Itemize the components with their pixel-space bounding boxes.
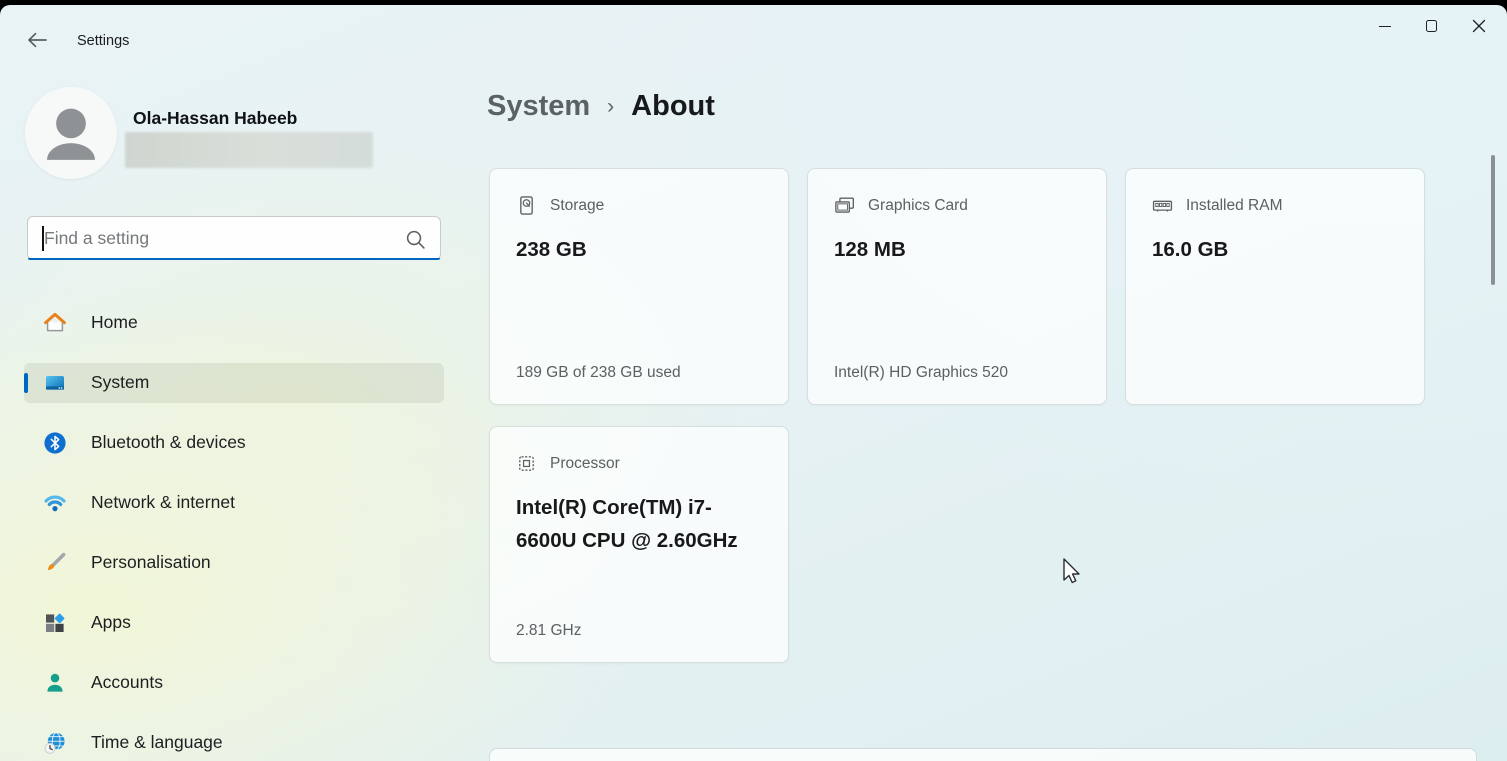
redacted-email	[125, 132, 373, 168]
partial-card	[489, 748, 1477, 761]
breadcrumb-system[interactable]: System	[487, 90, 590, 123]
storage-card: Storage 238 GB 189 GB of 238 GB used	[489, 168, 789, 405]
ram-value: 16.0 GB	[1152, 233, 1404, 266]
network-icon	[43, 491, 67, 515]
graphics-icon	[834, 195, 855, 216]
card-label: Storage	[550, 197, 604, 215]
sidebar-item-label: Bluetooth & devices	[91, 432, 246, 453]
app-title: Settings	[77, 33, 129, 49]
search-icon[interactable]	[405, 229, 426, 250]
ram-card: Installed RAM 16.0 GB	[1125, 168, 1425, 405]
sidebar-item-home[interactable]: Home	[24, 303, 444, 343]
sidebar-item-bluetooth-devices[interactable]: Bluetooth & devices	[24, 423, 444, 463]
sidebar-item-label: System	[91, 372, 149, 393]
sidebar-item-personalisation[interactable]: Personalisation	[24, 543, 444, 583]
back-button[interactable]	[18, 23, 56, 57]
storage-footer: 189 GB of 238 GB used	[516, 364, 681, 382]
sidebar-item-label: Apps	[91, 612, 131, 633]
close-icon	[1472, 19, 1486, 33]
graphics-card: Graphics Card 128 MB Intel(R) HD Graphic…	[807, 168, 1107, 405]
minimize-icon	[1379, 26, 1391, 27]
vertical-scrollbar[interactable]	[1491, 155, 1495, 285]
apps-icon	[43, 611, 67, 635]
accounts-icon	[43, 671, 67, 695]
close-button[interactable]	[1455, 5, 1502, 47]
card-label: Installed RAM	[1186, 197, 1282, 215]
search-input[interactable]	[44, 221, 404, 255]
sidebar-item-apps[interactable]: Apps	[24, 603, 444, 643]
graphics-footer: Intel(R) HD Graphics 520	[834, 364, 1008, 382]
back-arrow-icon	[25, 28, 49, 52]
storage-icon	[516, 195, 537, 216]
maximize-button[interactable]	[1408, 5, 1455, 47]
storage-value: 238 GB	[516, 233, 768, 266]
personalisation-icon	[43, 551, 67, 575]
window-controls	[1361, 5, 1502, 47]
sidebar-item-network-internet[interactable]: Network & internet	[24, 483, 444, 523]
graphics-value: 128 MB	[834, 233, 1086, 266]
sidebar-item-system[interactable]: System	[24, 363, 444, 403]
time-language-icon	[43, 731, 67, 755]
card-label: Graphics Card	[868, 197, 968, 215]
text-caret	[42, 226, 44, 251]
minimize-button[interactable]	[1361, 5, 1408, 47]
system-icon	[43, 371, 67, 395]
sidebar-item-label: Network & internet	[91, 492, 235, 513]
processor-value: Intel(R) Core(TM) i7-6600U CPU @ 2.60GHz	[516, 491, 768, 557]
search-box	[27, 216, 441, 260]
card-label: Processor	[550, 455, 620, 473]
person-icon	[25, 87, 117, 179]
profile-name: Ola-Hassan Habeeb	[133, 108, 297, 129]
ram-icon	[1152, 195, 1173, 216]
processor-footer: 2.81 GHz	[516, 622, 581, 640]
sidebar-item-accounts[interactable]: Accounts	[24, 663, 444, 703]
sidebar-item-label: Personalisation	[91, 552, 211, 573]
processor-icon	[516, 453, 537, 474]
avatar[interactable]	[25, 87, 117, 179]
maximize-icon	[1426, 20, 1438, 32]
processor-card: Processor Intel(R) Core(TM) i7-6600U CPU…	[489, 426, 789, 663]
titlebar: Settings	[0, 5, 1507, 55]
breadcrumb-separator-icon: ›	[607, 95, 614, 119]
mouse-cursor	[1058, 556, 1084, 586]
breadcrumb: System › About	[487, 90, 715, 123]
sidebar-item-label: Accounts	[91, 672, 163, 693]
sidebar-item-time-language[interactable]: Time & language	[24, 723, 444, 761]
sidebar-item-label: Home	[91, 312, 138, 333]
page-title: About	[631, 90, 715, 123]
sidebar-item-label: Time & language	[91, 732, 223, 753]
home-icon	[43, 311, 67, 335]
settings-window: Settings Ola-Hassan Habeeb	[0, 5, 1507, 761]
bluetooth-icon	[43, 431, 67, 455]
